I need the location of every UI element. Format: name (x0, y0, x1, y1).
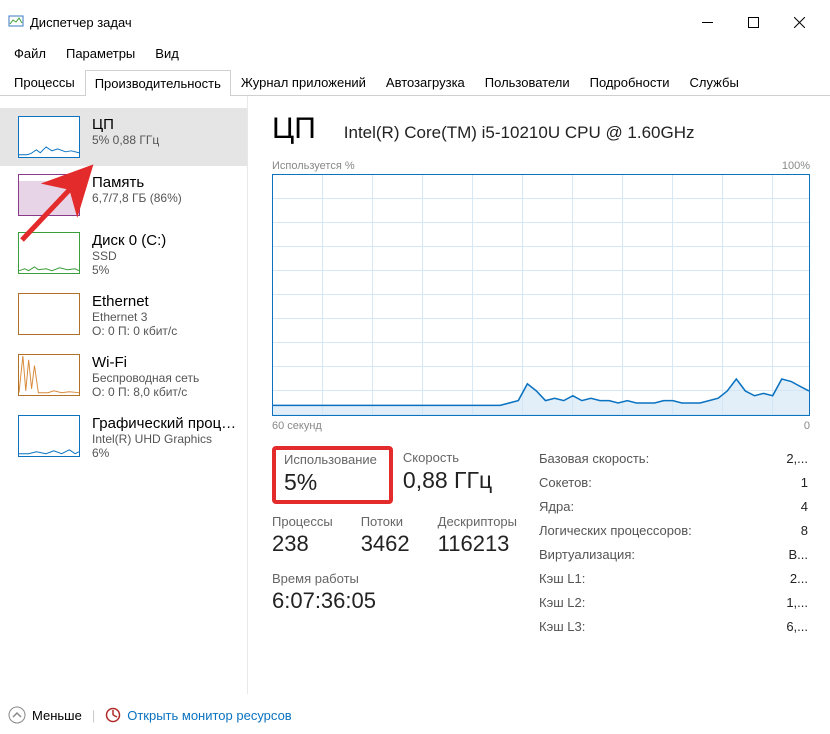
sidebar-memory-sub: 6,7/7,8 ГБ (86%) (92, 191, 237, 205)
menu-options[interactable]: Параметры (60, 44, 141, 63)
info-l2-value: 1,... (777, 592, 808, 614)
sidebar-disk-title: Диск 0 (C:) (92, 232, 237, 249)
stat-utilization-value: 5% (284, 469, 377, 496)
app-icon (8, 13, 24, 32)
gpu-thumb (18, 415, 80, 457)
stat-threads: Потоки 3462 (361, 514, 410, 557)
info-cores-label: Ядра: (539, 496, 775, 518)
stat-utilization-label: Использование (284, 452, 377, 467)
tab-processes[interactable]: Процессы (4, 69, 85, 95)
info-sockets-value: 1 (777, 472, 808, 494)
detail-title: ЦП (272, 112, 316, 146)
stat-handles: Дескрипторы 116213 (438, 514, 517, 557)
tab-details[interactable]: Подробности (580, 69, 680, 95)
info-sockets-label: Сокетов: (539, 472, 775, 494)
titlebar: Диспетчер задач (0, 0, 830, 40)
sidebar-wifi-sub2: О: 0 П: 8,0 кбит/с (92, 385, 237, 399)
info-virt-value: В... (777, 544, 808, 566)
minimize-button[interactable] (684, 8, 730, 36)
menu-file[interactable]: Файл (8, 44, 52, 63)
sidebar-gpu-title: Графический процессор (92, 415, 237, 432)
detail-panel: ЦП Intel(R) Core(TM) i5-10210U CPU @ 1.6… (248, 96, 830, 694)
sidebar-item-disk[interactable]: Диск 0 (C:) SSD 5% (0, 224, 247, 285)
sidebar-gpu-sub: Intel(R) UHD Graphics (92, 432, 237, 446)
stat-processes-value: 238 (272, 531, 333, 557)
info-l1-label: Кэш L1: (539, 568, 775, 590)
detail-subtitle: Intel(R) Core(TM) i5-10210U CPU @ 1.60GH… (344, 123, 695, 143)
chart-ylabel: Используется % (272, 160, 355, 172)
tab-services[interactable]: Службы (680, 69, 749, 95)
sidebar-item-ethernet[interactable]: Ethernet Ethernet 3 О: 0 П: 0 кбит/с (0, 285, 247, 346)
close-button[interactable] (776, 8, 822, 36)
sidebar-ethernet-sub: Ethernet 3 (92, 310, 237, 324)
stat-threads-value: 3462 (361, 531, 410, 557)
sidebar-disk-sub: SSD (92, 249, 237, 263)
maximize-button[interactable] (730, 8, 776, 36)
sidebar-wifi-sub: Беспроводная сеть (92, 371, 237, 385)
disk-thumb (18, 232, 80, 274)
info-base-speed-label: Базовая скорость: (539, 448, 775, 470)
info-cores-value: 4 (777, 496, 808, 518)
chart-xleft: 60 секунд (272, 420, 322, 432)
sidebar-cpu-sub: 5% 0,88 ГГц (92, 133, 237, 147)
info-logical-label: Логических процессоров: (539, 520, 775, 542)
footer: Меньше | Открыть монитор ресурсов (8, 706, 292, 724)
sidebar-memory-title: Память (92, 174, 237, 191)
stat-handles-value: 116213 (438, 531, 517, 557)
sidebar-wifi-title: Wi-Fi (92, 354, 237, 371)
sidebar: ЦП 5% 0,88 ГГц Память 6,7/7,8 ГБ (86%) Д… (0, 96, 248, 694)
cpu-chart (272, 174, 810, 416)
collapse-button[interactable]: Меньше (8, 706, 82, 724)
sidebar-item-wifi[interactable]: Wi-Fi Беспроводная сеть О: 0 П: 8,0 кбит… (0, 346, 247, 407)
collapse-label: Меньше (32, 708, 82, 723)
stat-uptime-label: Время работы (272, 571, 517, 586)
chevron-up-circle-icon (8, 706, 26, 724)
sidebar-ethernet-title: Ethernet (92, 293, 237, 310)
tab-performance[interactable]: Производительность (85, 70, 231, 96)
sidebar-ethernet-sub2: О: 0 П: 0 кбит/с (92, 324, 237, 338)
sidebar-gpu-sub2: 6% (92, 446, 237, 460)
stat-processes: Процессы 238 (272, 514, 333, 557)
stat-speed-label: Скорость (403, 450, 492, 465)
window-title: Диспетчер задач (30, 15, 132, 30)
memory-thumb (18, 174, 80, 216)
chart-xright: 0 (804, 420, 810, 432)
info-base-speed-value: 2,... (777, 448, 808, 470)
wifi-thumb (18, 354, 80, 396)
chart-ymax: 100% (782, 160, 810, 172)
info-l3-label: Кэш L3: (539, 616, 775, 638)
tab-users[interactable]: Пользователи (475, 69, 580, 95)
info-l3-value: 6,... (777, 616, 808, 638)
menu-view[interactable]: Вид (149, 44, 185, 63)
stat-handles-label: Дескрипторы (438, 514, 517, 529)
ethernet-thumb (18, 293, 80, 335)
stat-speed: Скорость 0,88 ГГц (393, 446, 506, 504)
sidebar-item-cpu[interactable]: ЦП 5% 0,88 ГГц (0, 108, 247, 166)
stat-processes-label: Процессы (272, 514, 333, 529)
sidebar-cpu-title: ЦП (92, 116, 237, 133)
resource-monitor-icon (105, 707, 121, 723)
resource-monitor-link[interactable]: Открыть монитор ресурсов (105, 707, 291, 723)
stat-speed-value: 0,88 ГГц (403, 467, 492, 494)
sidebar-item-memory[interactable]: Память 6,7/7,8 ГБ (86%) (0, 166, 247, 224)
info-l1-value: 2... (777, 568, 808, 590)
sidebar-disk-sub2: 5% (92, 263, 237, 277)
tab-app-history[interactable]: Журнал приложений (231, 69, 376, 95)
info-virt-label: Виртуализация: (539, 544, 775, 566)
info-logical-value: 8 (777, 520, 808, 542)
stat-utilization: Использование 5% (272, 446, 393, 504)
resource-monitor-label: Открыть монитор ресурсов (127, 708, 291, 723)
tab-startup[interactable]: Автозагрузка (376, 69, 475, 95)
menubar: Файл Параметры Вид (0, 40, 830, 69)
stat-threads-label: Потоки (361, 514, 410, 529)
cpu-thumb (18, 116, 80, 158)
stat-uptime-value: 6:07:36:05 (272, 588, 517, 614)
info-l2-label: Кэш L2: (539, 592, 775, 614)
tab-strip: Процессы Производительность Журнал прило… (0, 69, 830, 96)
stat-uptime: Время работы 6:07:36:05 (272, 571, 517, 614)
cpu-info-table: Базовая скорость:2,... Сокетов:1 Ядра:4 … (537, 446, 810, 640)
sidebar-item-gpu[interactable]: Графический процессор Intel(R) UHD Graph… (0, 407, 247, 468)
